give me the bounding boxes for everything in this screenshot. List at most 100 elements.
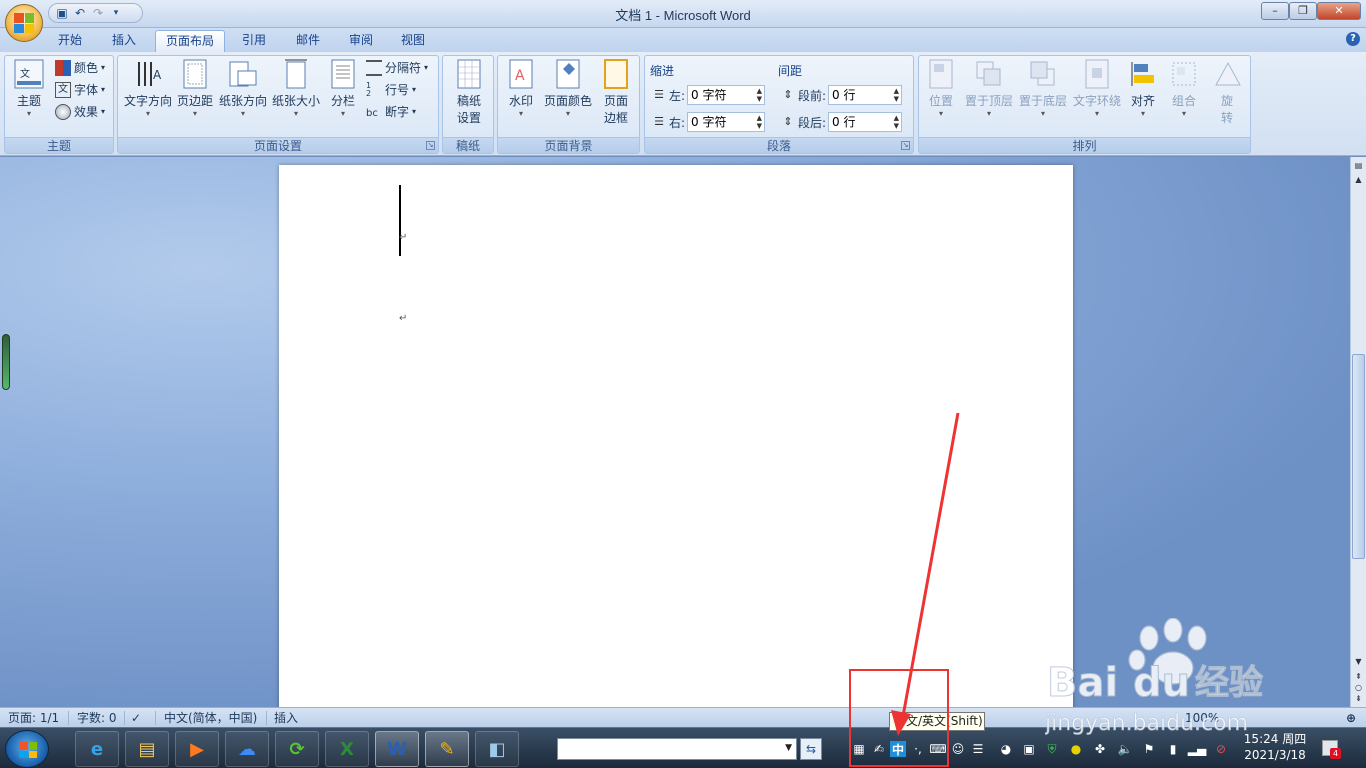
taskbar-baidu-netdisk-button[interactable]: ☁ xyxy=(225,731,269,767)
orientation-button[interactable]: 纸张方向 ▾ xyxy=(218,58,268,119)
page-setup-launcher-icon[interactable]: ↘ xyxy=(426,141,435,150)
themes-button[interactable]: 文 主题 ▾ xyxy=(11,58,47,119)
paragraph-launcher-icon[interactable]: ↘ xyxy=(901,141,910,150)
qq-icon[interactable]: ◕ xyxy=(998,741,1014,757)
side-grip-handle[interactable] xyxy=(2,334,10,390)
svg-text:A: A xyxy=(515,68,525,84)
tab-references[interactable]: 引用 xyxy=(232,30,276,52)
maximize-button[interactable]: ❐ xyxy=(1289,2,1317,20)
ime-toolbox-icon[interactable]: ☰ xyxy=(970,741,986,757)
fonts-icon: 文 xyxy=(55,82,71,98)
scroll-thumb[interactable] xyxy=(1352,354,1365,559)
network-disconnected-icon[interactable]: ⊘ xyxy=(1213,741,1229,757)
tray-app-icon[interactable]: ✤ xyxy=(1092,741,1108,757)
group-objects-button[interactable]: 组合 ▾ xyxy=(1165,58,1203,119)
spacing-after-input[interactable]: 0 行 ▲ ▼ xyxy=(828,112,903,132)
text-wrapping-button[interactable]: 文字环绕 ▾ xyxy=(1071,58,1123,119)
taskbar-media-player-button[interactable]: ▶ xyxy=(175,731,219,767)
watermark-label: 水印 xyxy=(508,94,533,108)
columns-button[interactable]: 分栏 ▾ xyxy=(326,58,360,119)
page-color-button[interactable]: 页面颜色 ▾ xyxy=(542,58,594,119)
indent-title: 缩进 xyxy=(650,64,675,78)
office-button[interactable] xyxy=(5,4,43,42)
spinner-icon[interactable]: ▲ ▼ xyxy=(894,87,899,103)
security-shield-icon[interactable]: ⛨ xyxy=(1044,741,1060,757)
taskbar-excel-button[interactable]: X xyxy=(325,731,369,767)
indent-left-input[interactable]: 0 字符 ▲ ▼ xyxy=(687,85,766,105)
theme-colors-button[interactable]: 颜色 ▾ xyxy=(55,58,105,78)
action-center-flag-icon[interactable]: ⚑ xyxy=(1141,741,1157,757)
zoom-level[interactable]: 100% xyxy=(1185,710,1219,726)
group-page-background: A 水印 ▾ 页面颜色 ▾ 页面 边框 页面背景 xyxy=(497,55,640,154)
align-button[interactable]: 对齐 ▾ xyxy=(1125,58,1161,119)
insert-mode-status[interactable]: 插入 xyxy=(274,710,298,726)
page-borders-button[interactable]: 页面 边框 xyxy=(598,58,634,126)
taskbar-glass-app-button[interactable]: ◧ xyxy=(475,731,519,767)
minimize-button[interactable]: – xyxy=(1261,2,1289,20)
theme-fonts-button[interactable]: 文 字体 ▾ xyxy=(55,80,105,100)
vertical-scrollbar[interactable]: ▤ ▲ ▼ ⇞ ○ ⇟ xyxy=(1350,157,1366,707)
ime-skin-icon[interactable]: ☺ xyxy=(950,741,966,757)
title-bar: ▣ ↶ ↷ ▾ 文档 1 - Microsoft Word – ❐ ✕ xyxy=(0,0,1366,28)
watermark-button[interactable]: A 水印 ▾ xyxy=(502,58,540,119)
document-page[interactable]: ↵ ↵ xyxy=(279,165,1073,707)
line-numbers-button[interactable]: 12 行号 ▾ xyxy=(366,80,416,100)
tab-view[interactable]: 视图 xyxy=(391,30,435,52)
word-icon: W xyxy=(387,738,407,760)
tab-mailings[interactable]: 邮件 xyxy=(286,30,330,52)
taskbar-browser-360-button[interactable]: ⟳ xyxy=(275,731,319,767)
effects-icon xyxy=(55,104,71,120)
size-button[interactable]: 纸张大小 ▾ xyxy=(270,58,322,119)
margins-button[interactable]: 页边距 ▾ xyxy=(175,58,215,119)
indent-left-icon: ☰ xyxy=(654,88,664,101)
scroll-up-icon[interactable]: ▲ xyxy=(1352,173,1365,186)
page-borders-icon xyxy=(600,58,632,90)
group-manuscript: 稿纸 设置 稿纸 xyxy=(442,55,494,154)
network-monitor-icon[interactable]: ▣ xyxy=(1021,741,1037,757)
indent-right-input[interactable]: 0 字符 ▲ ▼ xyxy=(687,112,766,132)
word-count[interactable]: 字数: 0 xyxy=(77,710,117,726)
system-clock[interactable]: 15:24 周四 2021/3/18 xyxy=(1240,731,1310,763)
tab-insert[interactable]: 插入 xyxy=(102,30,146,52)
tab-review[interactable]: 审阅 xyxy=(339,30,383,52)
theme-effects-button[interactable]: 效果 ▾ xyxy=(55,102,105,122)
tab-page-layout[interactable]: 页面布局 xyxy=(155,30,226,52)
text-direction-button[interactable]: A 文字方向 ▾ xyxy=(122,58,174,119)
spinner-icon[interactable]: ▲ ▼ xyxy=(757,114,762,130)
tab-home[interactable]: 开始 xyxy=(48,30,92,52)
page-count[interactable]: 页面: 1/1 xyxy=(8,710,59,726)
taskbar-note-pen-button[interactable]: ✎ xyxy=(425,731,469,767)
dropdown-arrow-icon[interactable]: ▼ xyxy=(785,743,792,753)
bring-to-front-button[interactable]: 置于顶层 ▾ xyxy=(963,58,1015,119)
spacing-before-input[interactable]: 0 行 ▲ ▼ xyxy=(828,85,903,105)
language-status[interactable]: 中文(简体，中国) xyxy=(164,710,257,726)
zoom-in-icon[interactable]: ⊕ xyxy=(1346,710,1356,726)
scroll-down-icon[interactable]: ▼ xyxy=(1352,655,1365,668)
line-numbers-icon: 12 xyxy=(366,81,372,98)
next-page-icon[interactable]: ⇟ xyxy=(1352,692,1365,705)
notification-icon[interactable]: 4 xyxy=(1322,740,1341,759)
proofing-icon[interactable]: ✓ xyxy=(131,710,141,726)
taskbar-internet-explorer-button[interactable]: e xyxy=(75,731,119,767)
manuscript-settings-button[interactable]: 稿纸 设置 xyxy=(449,58,489,126)
go-button[interactable]: ⇆ xyxy=(800,738,822,760)
hyphenation-button[interactable]: bc 断字 ▾ xyxy=(366,102,416,122)
ruler-toggle-icon[interactable]: ▤ xyxy=(1352,159,1365,172)
spinner-icon[interactable]: ▲ ▼ xyxy=(757,87,762,103)
signal-icon[interactable]: ▂▄ xyxy=(1188,741,1206,757)
spinner-icon[interactable]: ▲ ▼ xyxy=(894,114,899,130)
start-button[interactable] xyxy=(5,730,49,768)
help-icon[interactable]: ? xyxy=(1346,32,1360,46)
send-to-back-button[interactable]: 置于底层 ▾ xyxy=(1017,58,1069,119)
toolbar-address-input[interactable]: ▼ xyxy=(557,738,797,760)
rotate-button[interactable]: 旋 转 xyxy=(1209,58,1245,126)
taskbar-file-explorer-button[interactable]: ▤ xyxy=(125,731,169,767)
position-button[interactable]: 位置 ▾ xyxy=(923,58,959,119)
close-button[interactable]: ✕ xyxy=(1317,2,1361,20)
taskbar-word-button[interactable]: W xyxy=(375,731,419,767)
power-icon[interactable]: ▮ xyxy=(1165,741,1181,757)
breaks-button[interactable]: 分隔符 ▾ xyxy=(366,58,428,78)
volume-icon[interactable]: 🔈 xyxy=(1117,741,1133,757)
antivirus-icon[interactable]: ● xyxy=(1068,741,1084,757)
spacing-before-label: 段前: xyxy=(798,88,827,103)
